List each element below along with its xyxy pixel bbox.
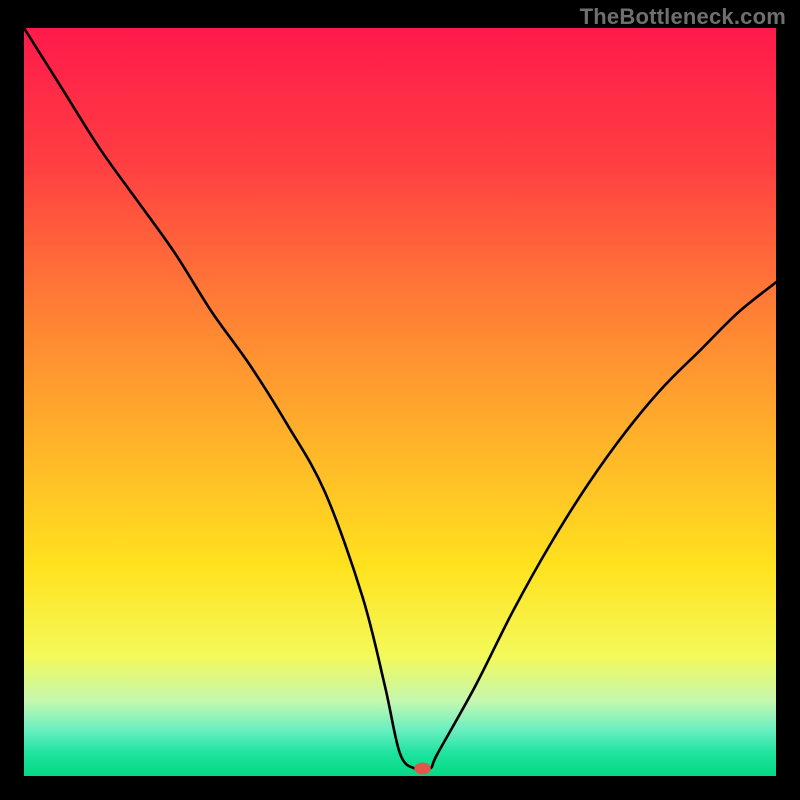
chart-container: TheBottleneck.com — [0, 0, 800, 800]
optimal-marker — [414, 763, 431, 775]
curve-layer — [24, 28, 776, 776]
watermark-text: TheBottleneck.com — [580, 4, 786, 30]
plot-area — [24, 28, 776, 776]
bottleneck-curve-path — [24, 28, 776, 770]
